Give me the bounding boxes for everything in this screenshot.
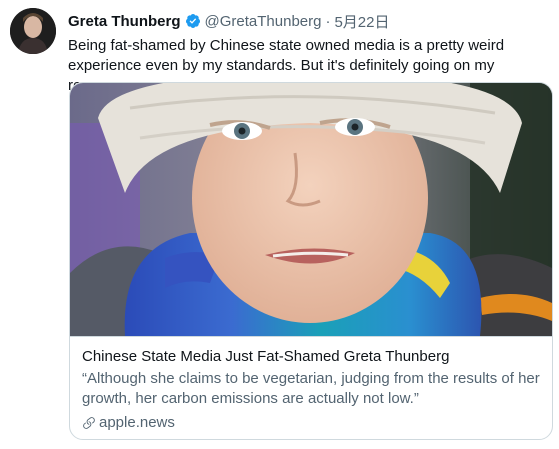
link-card[interactable]: Chinese State Media Just Fat-Shamed Gret…	[69, 82, 553, 440]
card-description: “Although she claims to be vegetarian, j…	[82, 370, 540, 407]
tweet-header: Greta Thunberg @GretaThunberg · 5月22日	[68, 11, 390, 31]
card-title[interactable]: Chinese State Media Just Fat-Shamed Gret…	[82, 347, 540, 367]
card-domain-text[interactable]: apple.news	[99, 413, 175, 433]
display-name[interactable]: Greta Thunberg	[68, 13, 181, 30]
verified-badge-icon	[185, 13, 201, 29]
separator-dot: ·	[325, 12, 331, 30]
tweet-date[interactable]: 5月22日	[334, 11, 389, 32]
card-photo	[70, 83, 552, 336]
card-body: Chinese State Media Just Fat-Shamed Gret…	[70, 336, 552, 439]
avatar[interactable]	[10, 8, 56, 54]
card-domain[interactable]: apple.news	[82, 413, 540, 433]
tweet[interactable]: Greta Thunberg @GretaThunberg · 5月22日 Be…	[0, 0, 559, 449]
link-icon	[82, 416, 96, 430]
avatar-image	[10, 8, 56, 54]
card-image	[70, 83, 552, 336]
handle[interactable]: @GretaThunberg	[205, 13, 322, 30]
